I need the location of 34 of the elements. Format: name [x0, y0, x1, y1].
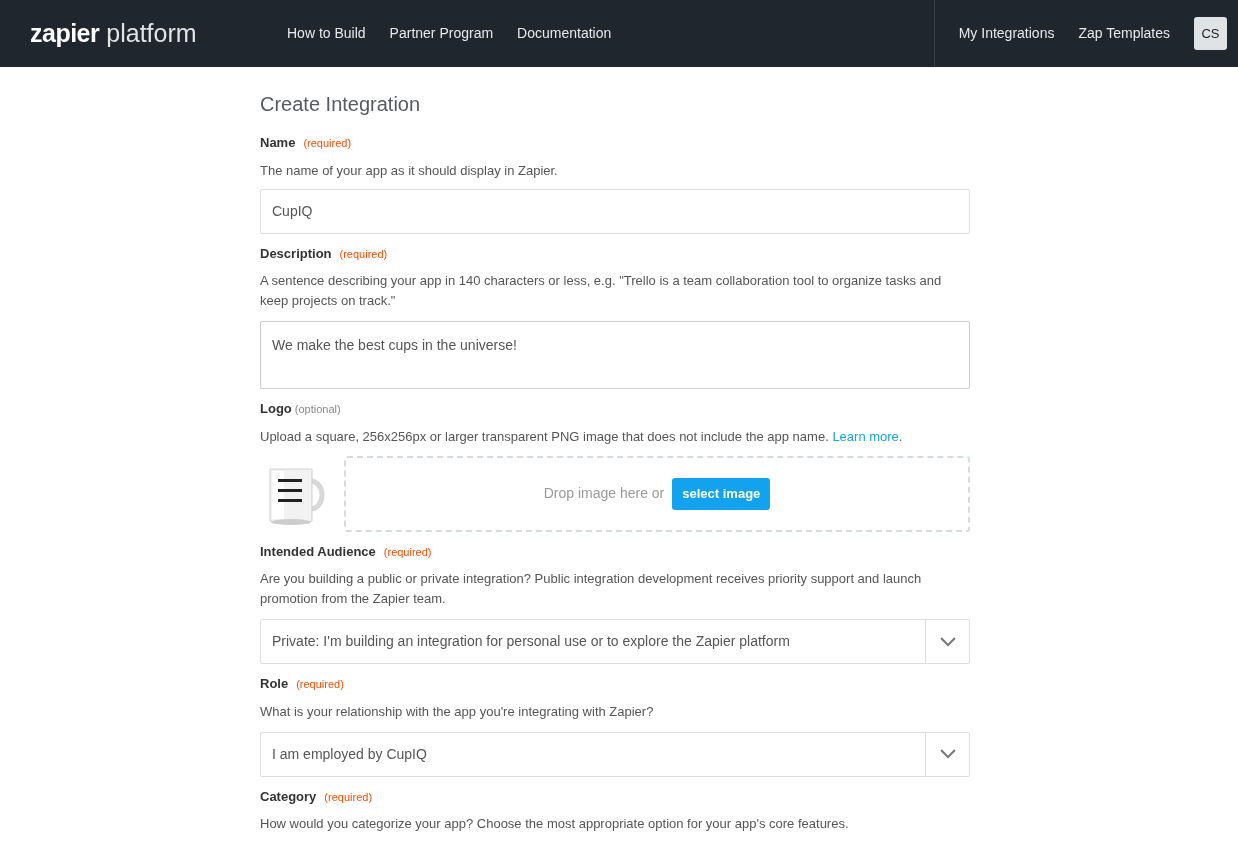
field-label: Name: [260, 134, 296, 152]
nav-link[interactable]: How to Build: [287, 23, 366, 44]
chevron-down-icon: [939, 749, 956, 759]
nav-link[interactable]: My Integrations: [958, 23, 1055, 44]
nav-link[interactable]: Documentation: [517, 23, 612, 44]
field-hint: Upload a square, 256x256px or larger transparent PNG image that does not include the app name. Learn more.: [260, 427, 904, 446]
field-hint: The name of your app as it should display in Zapier.: [260, 161, 559, 180]
field-hint: A sentence describing your app in 140 characters or less, e.g. "Trello is a team collaboration tool to organize tasks and keep projects on track.": [260, 272, 943, 310]
field-tag: (required): [303, 135, 352, 152]
description-textarea[interactable]: We make the best cups in the universe!: [260, 321, 970, 389]
field-tag: (required): [339, 245, 388, 262]
field-hint: How would you categorize your app? Choose the most appropriate option for your app's core features.: [260, 815, 850, 833]
select-field[interactable]: I am employed by CupIQ: [260, 731, 970, 777]
chevron-down-icon: [939, 636, 956, 647]
field-label: Category: [260, 787, 317, 806]
drop-text: Drop image here or: [543, 484, 665, 503]
field-tag: (required): [296, 676, 344, 693]
field-tag: (required): [324, 788, 373, 805]
field-label: Intended Audience: [260, 542, 376, 561]
field-label: Role: [260, 675, 289, 693]
field-tag: (required): [383, 543, 432, 560]
nav-link[interactable]: Partner Program: [389, 23, 494, 44]
nav-link[interactable]: Zap Templates: [1078, 23, 1170, 44]
field-hint: Are you building a public or private integration? Public integration development receives priority support and launch promotion from the Zapier team.: [260, 570, 923, 608]
user-avatar[interactable]: CS: [1194, 17, 1227, 50]
field-hint: What is your relationship with the app you're integrating with Zapier?: [260, 702, 655, 721]
select-field[interactable]: Private: I'm building an integration for personal use or to explore the Zapier platform: [260, 619, 970, 664]
logo-brand[interactable]: zapier: [30, 14, 100, 53]
page-title: Create Integration: [260, 92, 422, 117]
field-label: Description: [260, 244, 332, 263]
name-input[interactable]: CupIQ: [260, 188, 970, 234]
field-label: Logo: [260, 400, 292, 418]
logo-product[interactable]: platform: [106, 14, 197, 53]
field-tag: (optional): [294, 401, 341, 418]
